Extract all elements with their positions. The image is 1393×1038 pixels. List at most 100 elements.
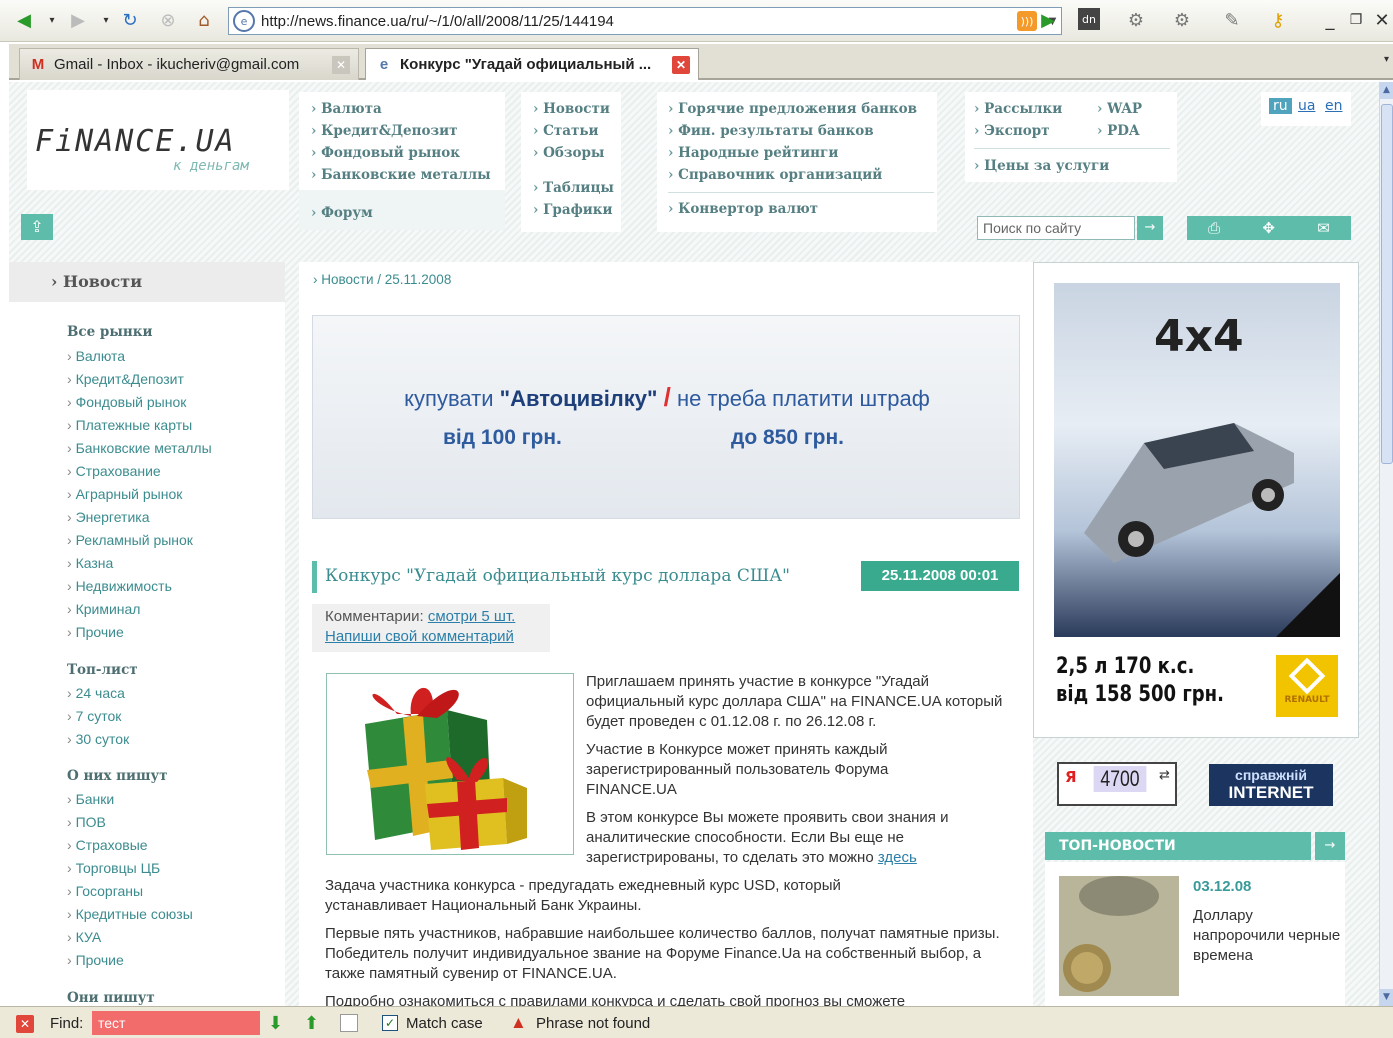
sidebar-link[interactable]: КУА: [67, 929, 102, 945]
breadcrumb[interactable]: › Новости / 25.11.2008: [313, 272, 451, 287]
sidebar-link[interactable]: Платежные карты: [67, 417, 193, 433]
nav-link-stock[interactable]: Фондовый рынок: [311, 142, 491, 164]
close-tab-icon[interactable]: ✕: [672, 55, 690, 74]
sidebar-link[interactable]: Криминал: [67, 601, 141, 617]
nav-link-ratings[interactable]: Народные рейтинги: [668, 142, 917, 164]
nav-link-converter[interactable]: Конвертор валют: [668, 198, 818, 220]
edit-icon[interactable]: ✎: [1220, 8, 1244, 32]
sidebar-link[interactable]: ПОВ: [67, 814, 106, 830]
sprav-internet-badge[interactable]: справжній INTERNET: [1209, 764, 1333, 806]
top-news-header[interactable]: ТОП-НОВОСТИ: [1045, 832, 1311, 860]
nav-link-currency[interactable]: Валюта: [311, 98, 491, 120]
nav-link-hot-offers[interactable]: Горячие предложения банков: [668, 98, 917, 120]
forward-dropdown-icon[interactable]: ▾: [94, 8, 118, 32]
sidebar-link[interactable]: 7 суток: [67, 708, 122, 724]
close-findbar-icon[interactable]: ✕: [16, 1015, 34, 1033]
sidebar-link[interactable]: Аграрный рынок: [67, 486, 183, 502]
stop-icon[interactable]: ⊗: [156, 8, 180, 32]
nav-link-forum[interactable]: Форум: [311, 202, 373, 224]
top-news-more-icon[interactable]: →: [1315, 832, 1345, 860]
nav-link-reviews[interactable]: Обзоры: [533, 142, 610, 164]
url-text[interactable]: http://news.finance.ua/ru/~/1/0/all/2008…: [261, 13, 1017, 30]
key-icon[interactable]: ⚷: [1266, 8, 1290, 32]
yandex-counter[interactable]: Я 4700 ⇄: [1057, 762, 1177, 806]
lang-en[interactable]: en: [1325, 98, 1343, 114]
vertical-scrollbar[interactable]: ▲ ▼: [1379, 82, 1393, 1006]
match-case-checkbox[interactable]: ✓: [382, 1015, 398, 1031]
nav-link-directory[interactable]: Справочник организаций: [668, 164, 917, 186]
forward-icon[interactable]: ▶: [66, 8, 90, 32]
find-next-icon[interactable]: ⬇: [268, 1013, 283, 1034]
site-logo[interactable]: FiNANCE.UA к деньгам: [27, 90, 289, 190]
sidebar-link[interactable]: Рекламный рынок: [67, 532, 193, 548]
write-comment-link[interactable]: Напиши свой комментарий: [325, 628, 514, 645]
back-icon[interactable]: ◀: [12, 8, 36, 32]
news-date[interactable]: 03.12.08: [1193, 878, 1251, 895]
scroll-up-icon[interactable]: ▲: [1380, 82, 1393, 99]
address-bar[interactable]: e http://news.finance.ua/ru/~/1/0/all/20…: [228, 7, 1062, 35]
sidebar-link[interactable]: Кредитные союзы: [67, 906, 193, 922]
nav-link-export[interactable]: Экспорт: [974, 120, 1062, 142]
nav-link-news[interactable]: Новости: [533, 98, 610, 120]
home-icon[interactable]: ⌂: [192, 8, 216, 32]
extension-2-icon[interactable]: ⚙: [1170, 8, 1194, 32]
match-case-label[interactable]: Match case: [406, 1015, 483, 1032]
minimize-icon[interactable]: _: [1318, 8, 1342, 32]
top-news-item[interactable]: 03.12.08 Доллару напророчили черные врем…: [1045, 862, 1345, 1006]
sidebar-link[interactable]: Банки: [67, 791, 115, 807]
share-icon[interactable]: ⇪: [21, 214, 53, 240]
sitemap-icon[interactable]: ✥: [1262, 219, 1275, 237]
comments-link[interactable]: смотри 5 шт.: [428, 608, 516, 625]
sidebar-link[interactable]: 24 часа: [67, 685, 125, 701]
tab-gmail[interactable]: M Gmail - Inbox - ikucheriv@gmail.com ✕: [19, 48, 359, 80]
print-icon[interactable]: ⎙: [1208, 219, 1220, 237]
sidebar-link[interactable]: Прочие: [67, 624, 124, 640]
nav-link-metals[interactable]: Банковские металлы: [311, 164, 491, 186]
rss-icon[interactable]: ))): [1017, 11, 1037, 31]
reload-icon[interactable]: ↻: [118, 8, 142, 32]
ad-banner[interactable]: купувати "Автоцивілку" / не треба платит…: [312, 315, 1020, 519]
highlight-all-icon[interactable]: [340, 1014, 358, 1032]
find-input[interactable]: тест: [92, 1011, 260, 1035]
search-submit-icon[interactable]: →: [1137, 216, 1163, 240]
close-tab-icon[interactable]: ✕: [332, 55, 350, 74]
sidebar-link[interactable]: Казна: [67, 555, 114, 571]
tab-list-icon[interactable]: ▾: [1384, 54, 1389, 65]
back-dropdown-icon[interactable]: ▾: [40, 8, 64, 32]
scroll-thumb[interactable]: [1381, 104, 1393, 464]
sidebar-link[interactable]: Кредит&Депозит: [67, 371, 184, 387]
extension-icon[interactable]: ⚙: [1124, 8, 1148, 32]
scroll-down-icon[interactable]: ▼: [1380, 989, 1393, 1006]
close-window-icon[interactable]: ✕: [1370, 8, 1393, 32]
nav-link-bank-results[interactable]: Фин. результаты банков: [668, 120, 917, 142]
sidebar-link[interactable]: Фондовый рынок: [67, 394, 187, 410]
sidebar-link[interactable]: Госорганы: [67, 883, 144, 899]
nav-link-articles[interactable]: Статьи: [533, 120, 610, 142]
sidebar-link[interactable]: Валюта: [67, 348, 126, 364]
lang-ua[interactable]: ua: [1298, 98, 1315, 114]
sidebar-link[interactable]: Недвижимость: [67, 578, 172, 594]
restore-icon[interactable]: ❐: [1344, 8, 1368, 32]
tab-finance[interactable]: e Конкурс "Угадай официальный ... ✕: [365, 48, 699, 80]
register-link[interactable]: здесь: [878, 849, 917, 866]
sidebar-link[interactable]: Энергетика: [67, 509, 150, 525]
sidebar-link[interactable]: Банковские металлы: [67, 440, 212, 456]
nav-link-prices[interactable]: Цены за услуги: [974, 155, 1109, 177]
mail-icon[interactable]: ✉: [1317, 219, 1330, 237]
search-input[interactable]: Поиск по сайту: [977, 216, 1135, 240]
find-previous-icon[interactable]: ⬆: [304, 1013, 319, 1034]
sidebar-link[interactable]: Страхование: [67, 463, 161, 479]
sidebar-link[interactable]: 30 суток: [67, 731, 130, 747]
nav-link-pda[interactable]: PDA: [1097, 120, 1142, 142]
sidebar-link[interactable]: Прочие: [67, 952, 124, 968]
nav-link-charts[interactable]: Графики: [533, 199, 614, 221]
nav-link-wap[interactable]: WAP: [1097, 98, 1142, 120]
dn-extension-icon[interactable]: dn: [1078, 8, 1100, 30]
go-icon[interactable]: ▶: [1036, 8, 1060, 32]
nav-link-credit[interactable]: Кредит&Депозит: [311, 120, 491, 142]
nav-link-mailing[interactable]: Рассылки: [974, 98, 1062, 120]
lang-ru[interactable]: ru: [1269, 98, 1292, 114]
news-headline[interactable]: Доллару напророчили черные времена: [1193, 906, 1343, 966]
sidebar-link[interactable]: Страховые: [67, 837, 148, 853]
renault-ad[interactable]: 4x4 2,5 л 170 к.с. від 158 500 грн. RENA…: [1033, 262, 1359, 738]
